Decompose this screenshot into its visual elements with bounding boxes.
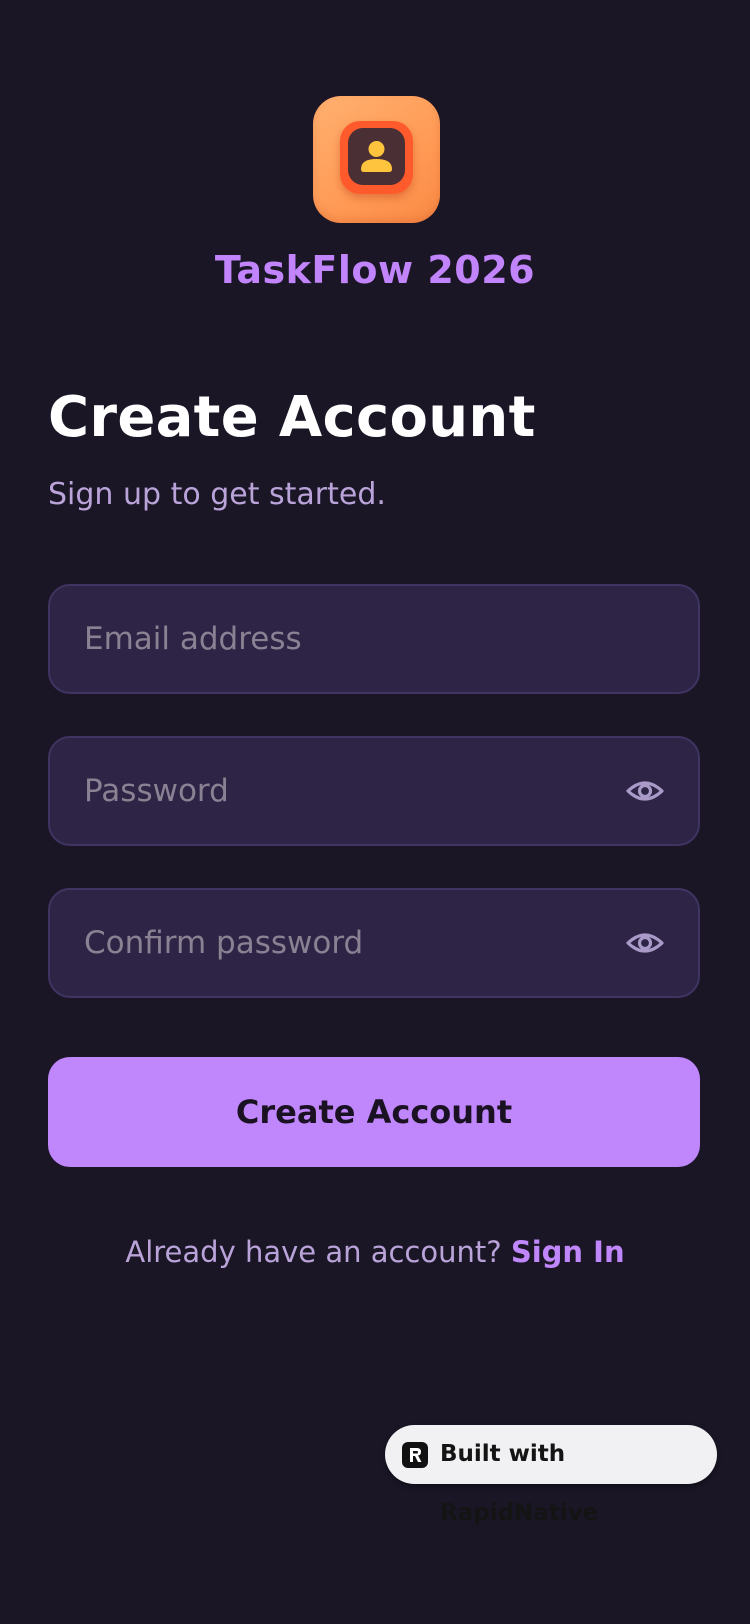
sign-up-screen: TaskFlow 2026 Create Account Sign up to … bbox=[0, 0, 750, 1624]
create-account-button[interactable]: Create Account bbox=[48, 1057, 700, 1167]
built-with-badge[interactable]: Built with RapidNative bbox=[385, 1425, 717, 1526]
app-name: TaskFlow 2026 bbox=[214, 248, 536, 292]
confirm-password-placeholder: Confirm password bbox=[84, 925, 364, 961]
rapidnative-logo-icon bbox=[402, 1442, 428, 1468]
eye-icon[interactable] bbox=[626, 773, 664, 809]
sign-in-prompt: Already have an account? Sign In bbox=[0, 1235, 750, 1269]
email-placeholder: Email address bbox=[84, 621, 302, 657]
eye-icon[interactable] bbox=[626, 925, 664, 961]
sign-in-link[interactable]: Sign In bbox=[511, 1235, 625, 1269]
user-icon bbox=[361, 141, 392, 172]
app-logo bbox=[313, 96, 440, 223]
page-subtitle: Sign up to get started. bbox=[48, 477, 386, 512]
password-placeholder: Password bbox=[84, 773, 229, 809]
confirm-password-field[interactable]: Confirm password bbox=[48, 888, 700, 998]
sign-in-prompt-text: Already have an account? bbox=[125, 1235, 502, 1269]
email-field[interactable]: Email address bbox=[48, 584, 700, 694]
page-title: Create Account bbox=[48, 385, 536, 450]
badge-label: Built with RapidNative bbox=[440, 1441, 599, 1526]
password-field[interactable]: Password bbox=[48, 736, 700, 846]
